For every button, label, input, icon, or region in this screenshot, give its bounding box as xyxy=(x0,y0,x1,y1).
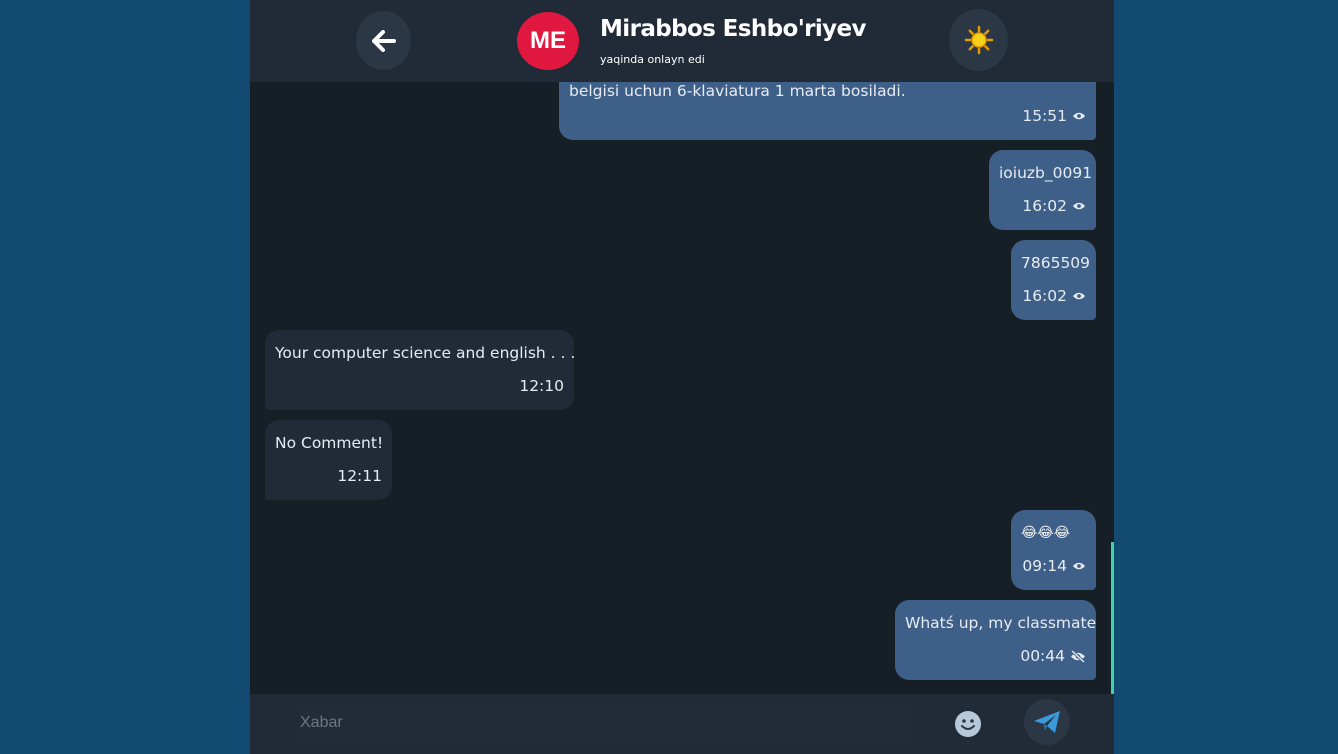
message-text: 😂😂😂 xyxy=(1021,525,1071,541)
scrollbar-thumb[interactable] xyxy=(1111,542,1114,694)
eye-icon xyxy=(1072,202,1086,210)
eye-icon xyxy=(1072,562,1086,570)
message-input[interactable] xyxy=(294,702,910,744)
message-time: 09:14 xyxy=(1022,557,1067,575)
message-text: Whatś up, my classmate xyxy=(905,614,1097,632)
message-text: belgisi uchun 6-klaviatura 1 marta bosil… xyxy=(569,82,906,100)
send-icon xyxy=(1034,711,1060,733)
message-text: 7865509 xyxy=(1021,254,1091,272)
contact-status: yaqinda onlayn edi xyxy=(600,53,705,66)
back-button[interactable] xyxy=(356,11,411,70)
message-bubble[interactable]: Whatś up, my classmate 00:44 xyxy=(895,600,1096,680)
message-bubble[interactable]: 😂😂😂 09:14 xyxy=(1011,510,1096,590)
eye-icon xyxy=(1072,112,1086,120)
message-text: No Comment! xyxy=(275,434,384,452)
contact-name: Mirabbos Eshbo'riyev xyxy=(600,16,867,42)
theme-toggle-button[interactable] xyxy=(949,9,1008,71)
emoji-button[interactable] xyxy=(954,710,982,738)
chat-window: ME Mirabbos Eshbo'riyev yaqinda onlayn e… xyxy=(250,0,1114,754)
message-time: 16:02 xyxy=(1022,197,1067,215)
send-button[interactable] xyxy=(1024,699,1070,745)
message-bubble[interactable]: Your computer science and english . . . … xyxy=(265,330,576,410)
message-text: Your computer science and english . . . xyxy=(275,344,576,362)
message-text: ioiuzb_0091 xyxy=(999,164,1093,182)
message-time: 12:10 xyxy=(519,377,564,395)
eye-icon xyxy=(1072,292,1086,300)
message-time: 12:11 xyxy=(337,467,382,485)
arrow-left-icon xyxy=(371,29,396,52)
message-list[interactable]: belgisi uchun 6-klaviatura 1 marta bosil… xyxy=(250,82,1114,694)
smiley-icon xyxy=(955,711,981,737)
message-bubble[interactable]: 7865509 16:02 xyxy=(1011,240,1096,320)
message-bubble[interactable]: ioiuzb_0091 16:02 xyxy=(989,150,1096,230)
message-time: 00:44 xyxy=(1020,647,1065,665)
message-bubble[interactable]: belgisi uchun 6-klaviatura 1 marta bosil… xyxy=(559,82,1096,140)
message-time: 16:02 xyxy=(1022,287,1067,305)
chat-header: ME Mirabbos Eshbo'riyev yaqinda onlayn e… xyxy=(250,0,1114,82)
message-bubble[interactable]: No Comment! 12:11 xyxy=(265,420,392,500)
avatar[interactable]: ME xyxy=(517,12,579,70)
message-composer xyxy=(250,694,1114,754)
eye-slash-icon xyxy=(1070,649,1086,663)
message-time: 15:51 xyxy=(1022,107,1067,125)
sun-icon xyxy=(964,25,993,55)
